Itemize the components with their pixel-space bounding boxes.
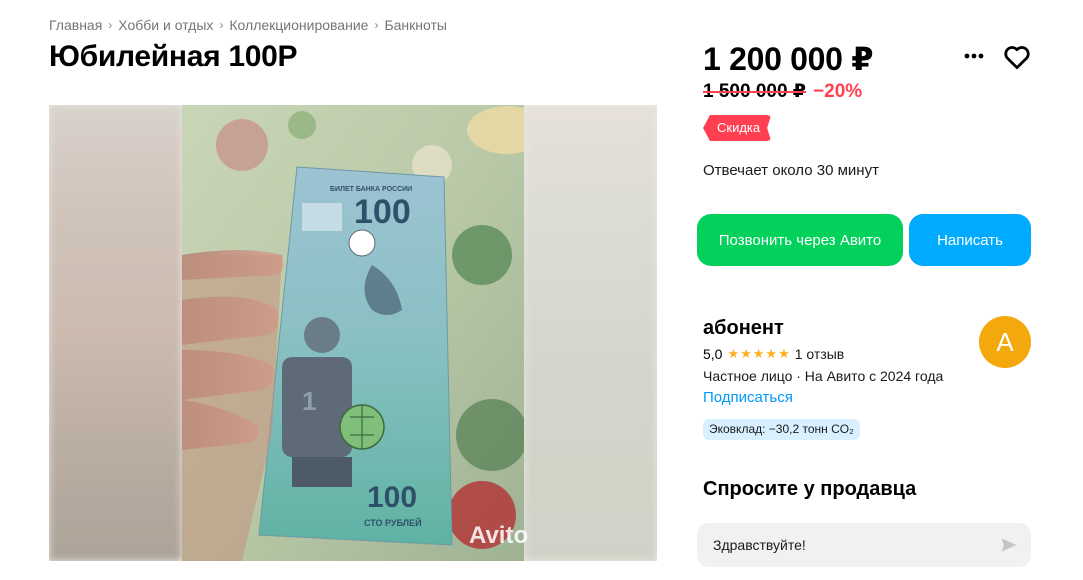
old-price-row: 1 500 000 ₽ −20% [703, 80, 862, 103]
reviews-link[interactable]: 1 отзыв [795, 346, 845, 362]
svg-text:1: 1 [302, 386, 316, 416]
svg-text:БИЛЕТ БАНКА РОССИИ: БИЛЕТ БАНКА РОССИИ [330, 186, 412, 193]
photo-blur-left [49, 105, 182, 561]
avito-watermark: Avito [469, 522, 529, 549]
seller-info: Частное лицо · На Авито с 2024 года [703, 368, 944, 384]
current-price: 1 200 000 ₽ [703, 41, 874, 77]
chevron-right-icon: › [108, 18, 113, 32]
old-price: 1 500 000 ₽ [703, 81, 807, 102]
subscribe-link[interactable]: Подписаться [703, 389, 793, 406]
seller-name[interactable]: абонент [703, 317, 784, 340]
photo-gallery[interactable]: БИЛЕТ БАНКА РОССИИ 100 1 100 СТО РУБЛЕЙ … [49, 105, 657, 561]
ask-seller-title: Спросите у продавца [703, 478, 917, 500]
heart-icon [1004, 46, 1030, 69]
rating-stars-icon: ★★★★★ [727, 346, 791, 361]
message-input[interactable] [713, 534, 983, 556]
breadcrumb-banknotes[interactable]: Банкноты [384, 17, 447, 33]
avatar[interactable]: А [979, 316, 1031, 368]
send-icon[interactable] [999, 535, 1019, 555]
discount-percent: −20% [813, 81, 863, 102]
svg-text:СТО РУБЛЕЙ: СТО РУБЛЕЙ [364, 517, 422, 528]
discount-badge: Скидка [703, 115, 771, 141]
eco-badge: Эковклад: −30,2 тонн CO₂ [703, 419, 860, 440]
photo-blur-right [524, 105, 657, 561]
call-button[interactable]: Позвонить через Авито [697, 214, 903, 266]
response-time: Отвечает около 30 минут [703, 162, 879, 179]
breadcrumb: Главная › Хобби и отдых › Коллекциониров… [49, 17, 447, 33]
breadcrumb-collecting[interactable]: Коллекционирование [229, 17, 368, 33]
seller-rating: 5,0 ★★★★★ 1 отзыв [703, 346, 844, 362]
favorite-button[interactable] [1002, 42, 1032, 72]
svg-text:100: 100 [354, 193, 411, 231]
write-button[interactable]: Написать [909, 214, 1031, 266]
listing-photo[interactable]: БИЛЕТ БАНКА РОССИИ 100 1 100 СТО РУБЛЕЙ [182, 105, 524, 561]
page-title: Юбилейная 100Р [49, 40, 298, 73]
more-options-button[interactable] [959, 41, 989, 71]
breadcrumb-hobby[interactable]: Хобби и отдых [118, 17, 213, 33]
rating-value: 5,0 [703, 346, 723, 362]
chevron-right-icon: › [374, 18, 379, 32]
more-dots-icon [964, 53, 984, 59]
svg-text:100: 100 [367, 481, 417, 514]
breadcrumb-home[interactable]: Главная [49, 17, 102, 33]
chevron-right-icon: › [219, 18, 224, 32]
